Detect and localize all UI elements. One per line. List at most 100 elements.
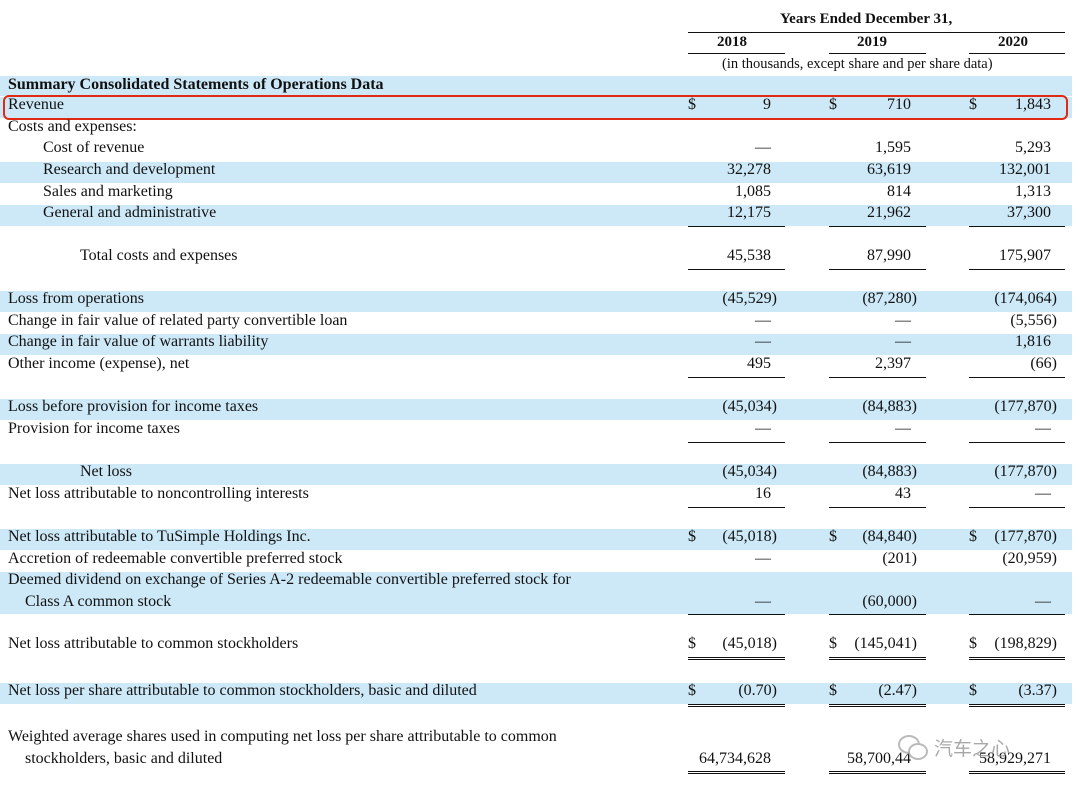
wechat-icon: [898, 734, 928, 761]
currency-symbol: $: [688, 682, 696, 699]
table-row: Net loss per share attributable to commo…: [0, 682, 1072, 707]
value-cell-2019: —: [895, 333, 911, 350]
value-cell-2020: (177,870): [994, 398, 1057, 415]
value-cell-2020: —: [1035, 485, 1051, 502]
row-underline: [829, 703, 926, 707]
value-cell-2018: 495: [747, 355, 771, 372]
row-label: Accretion of redeemable convertible pref…: [8, 550, 343, 567]
row-underline: [829, 268, 926, 270]
year-header-2018: 2018: [717, 34, 747, 50]
value-cell-2018: 45,538: [727, 247, 771, 264]
row-underline: [688, 376, 785, 378]
row-label: Net loss attributable to TuSimple Holdin…: [8, 528, 311, 545]
value-cell-2019: 814: [887, 183, 911, 200]
year-header-2020: 2020: [998, 34, 1028, 50]
value-cell-2020: (177,870): [994, 528, 1057, 545]
year-header-2019: 2019: [857, 34, 887, 50]
value-cell-2019: 21,962: [867, 204, 911, 221]
table-row: Net loss (45,034) (84,883) (177,870): [0, 463, 1072, 486]
value-cell-2018: (45,018): [722, 528, 777, 545]
value-cell-2018: 16: [755, 485, 771, 502]
watermark-text: 汽车之心: [934, 738, 1011, 760]
row-label: Loss before provision for income taxes: [8, 398, 259, 415]
table-row: Loss before provision for income taxes (4…: [0, 398, 1072, 421]
value-cell-2020: 5,293: [1015, 139, 1051, 156]
value-cell-2019: (84,840): [862, 528, 917, 545]
currency-symbol: $: [829, 528, 837, 545]
value-cell-2019: 63,619: [867, 161, 911, 178]
row-label: Sales and marketing: [43, 183, 173, 200]
row-label: Net loss attributable to common stockhol…: [8, 635, 299, 652]
row-underline: [688, 268, 785, 270]
value-cell-2018: —: [755, 420, 771, 437]
value-cell-2020: 175,907: [999, 247, 1051, 264]
value-cell-2020: —: [1035, 420, 1051, 437]
value-cell-2018: 12,175: [727, 204, 771, 221]
year-header-rule-2020: [969, 53, 1065, 54]
table-row: Net loss attributable to noncontrolling …: [0, 485, 1072, 508]
table-row: Other income (expense), net 495 2,397 (66): [0, 355, 1072, 378]
table-row: Costs and expenses:: [0, 118, 1072, 141]
currency-symbol: $: [688, 528, 696, 545]
value-cell-2020: 1,313: [1015, 183, 1051, 200]
value-cell-2018: —: [755, 550, 771, 567]
table-row: Sales and marketing 1,085 814 1,313: [0, 183, 1072, 206]
value-cell-2019: (84,883): [862, 398, 917, 415]
value-cell-2020: (5,556): [1010, 312, 1057, 329]
row-label: Deemed dividend on exchange of Series A-…: [8, 571, 571, 588]
value-cell-2018: (45,529): [722, 290, 777, 307]
value-cell-2020: (3.37): [1018, 682, 1057, 699]
row-label: Other income (expense), net: [8, 355, 190, 372]
value-cell-2019: 2,397: [875, 355, 911, 372]
table-row: Change in fair value of related party co…: [0, 312, 1072, 335]
value-cell-2018: —: [755, 312, 771, 329]
row-label: stockholders, basic and diluted: [25, 749, 223, 767]
row-underline: [969, 506, 1065, 508]
table-row: Net loss attributable to TuSimple Holdin…: [0, 528, 1072, 551]
value-cell-2018: —: [755, 139, 771, 156]
table-row: Deemed dividend on exchange of Series A-…: [0, 571, 1072, 616]
table-row: Research and development 32,278 63,619 132,…: [0, 161, 1072, 184]
row-underline: [969, 376, 1065, 378]
row-label: General and administrative: [43, 204, 217, 221]
year-header-rule-2019: [829, 53, 926, 54]
value-cell-2020: (66): [1030, 355, 1057, 372]
value-cell-2018: (0.70): [738, 682, 777, 699]
value-cell-2019: —: [895, 420, 911, 437]
value-cell-2019: 87,990: [867, 247, 911, 264]
table-row: General and administrative 12,175 21,962 37…: [0, 204, 1072, 227]
value-cell-2018: 64,734,628: [699, 749, 771, 767]
value-cell-2020: 1,816: [1015, 333, 1051, 350]
value-cell-2018: (45,034): [722, 398, 777, 415]
currency-symbol: $: [969, 682, 977, 699]
value-cell-2019: (87,280): [862, 290, 917, 307]
row-underline: [688, 225, 785, 227]
row-underline: [829, 441, 926, 443]
value-cell-2018: —: [755, 592, 771, 610]
value-cell-2018: (45,034): [722, 463, 777, 480]
row-underline: [688, 703, 785, 707]
row-label: Costs and expenses:: [8, 118, 137, 135]
revenue-highlight-box: [3, 95, 1068, 120]
period-header-rule: [688, 32, 1065, 33]
currency-symbol: $: [969, 528, 977, 545]
row-label: Net loss attributable to noncontrolling …: [8, 485, 309, 502]
row-underline: [969, 268, 1065, 270]
year-header-rule-2018: [688, 53, 785, 54]
row-label: Cost of revenue: [43, 139, 145, 156]
unit-note: (in thousands, except share and per shar…: [722, 56, 993, 72]
row-underline: [688, 441, 785, 443]
row-underline: [688, 656, 785, 660]
row-underline: [688, 614, 785, 616]
row-underline: [829, 225, 926, 227]
value-cell-2019: (2.47): [878, 682, 917, 699]
value-cell-2020: (198,829): [994, 635, 1057, 652]
watermark: 汽车之心: [898, 734, 1010, 761]
row-label: Change in fair value of warrants liabili…: [8, 333, 269, 350]
table-row: Accretion of redeemable convertible pref…: [0, 550, 1072, 573]
value-cell-2019: (201): [882, 550, 917, 567]
row-underline: [969, 771, 1065, 775]
value-cell-2020: (20,959): [1002, 550, 1057, 567]
row-label: Change in fair value of related party co…: [8, 312, 348, 329]
value-cell-2019: 1,595: [875, 139, 911, 156]
